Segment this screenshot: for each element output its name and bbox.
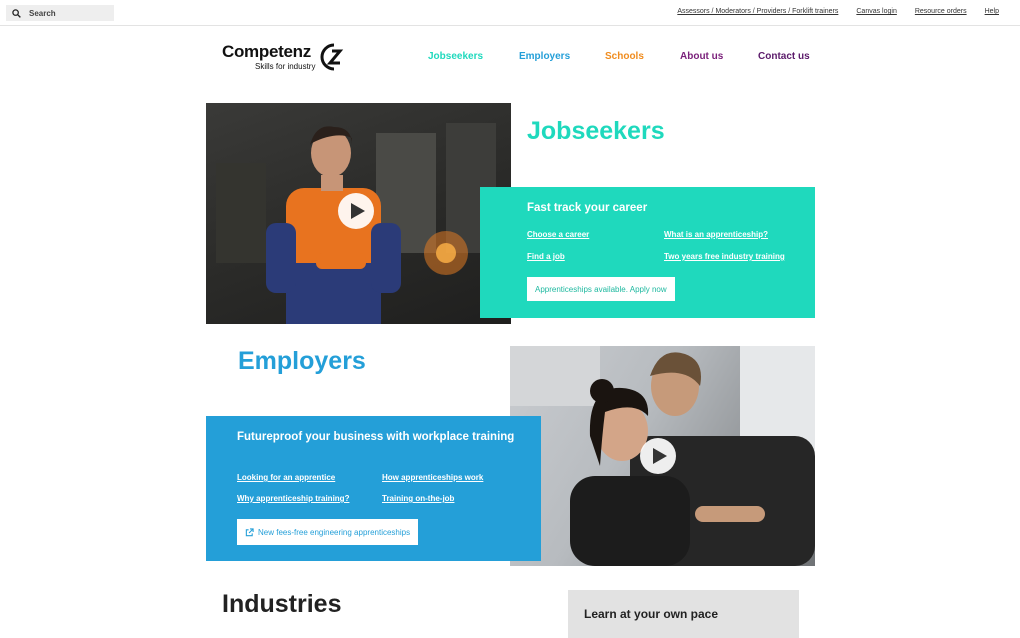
search-icon — [12, 8, 21, 18]
fees-free-engineering-button[interactable]: New fees-free engineering apprenticeship… — [237, 519, 419, 545]
link-how-apprenticeships-work[interactable]: How apprenticeships work — [382, 473, 483, 482]
logo-wordmark: Competenz — [222, 42, 311, 61]
jobseekers-title: Jobseekers — [527, 117, 665, 145]
logo-tagline: Skills for industry — [255, 62, 316, 71]
learn-card-title: Learn at your own pace — [584, 607, 719, 621]
link-help[interactable]: Help — [985, 8, 999, 15]
play-button[interactable] — [338, 193, 374, 229]
search-placeholder: Search — [29, 8, 56, 18]
link-assessors[interactable]: Assessors / Moderators / Providers / For… — [677, 8, 838, 15]
link-looking-for-an-apprentice[interactable]: Looking for an apprentice — [237, 473, 335, 482]
utility-bar: Search Assessors / Moderators / Provider… — [0, 0, 1020, 26]
logo-mark-icon — [320, 43, 344, 71]
fees-free-engineering-label: New fees-free engineering apprenticeship… — [258, 527, 411, 537]
link-find-a-job[interactable]: Find a job — [527, 252, 565, 261]
jobseekers-panel: Fast track your career Choose a career W… — [480, 187, 815, 318]
link-what-is-an-apprenticeship[interactable]: What is an apprenticeship? — [664, 230, 768, 239]
play-icon — [350, 203, 365, 219]
apply-now-button[interactable]: Apprenticeships available. Apply now — [527, 277, 675, 301]
jobseekers-video-thumbnail[interactable] — [206, 103, 511, 324]
apply-now-label: Apprenticeships available. Apply now — [535, 284, 667, 294]
link-two-years-free-training[interactable]: Two years free industry training — [664, 252, 785, 261]
employers-video-thumbnail[interactable] — [510, 346, 815, 566]
industries-title: Industries — [222, 590, 342, 618]
nav-schools[interactable]: Schools — [605, 51, 644, 62]
external-link-icon — [245, 527, 254, 536]
employers-title: Employers — [238, 347, 366, 375]
link-training-on-the-job[interactable]: Training on-the-job — [382, 494, 454, 503]
link-choose-a-career[interactable]: Choose a career — [527, 230, 589, 239]
nav-about-us[interactable]: About us — [680, 51, 723, 62]
search-input[interactable]: Search — [6, 5, 114, 21]
jobseekers-panel-heading: Fast track your career — [527, 202, 648, 214]
nav-employers[interactable]: Employers — [519, 51, 570, 62]
utility-links: Assessors / Moderators / Providers / For… — [677, 8, 999, 15]
link-resource-orders[interactable]: Resource orders — [915, 8, 967, 15]
employers-panel: Futureproof your business with workplace… — [206, 416, 541, 561]
play-icon — [652, 448, 667, 464]
employers-panel-heading: Futureproof your business with workplace… — [237, 431, 515, 443]
site-logo[interactable]: Competenz Skills for industry — [222, 42, 352, 74]
learn-at-your-own-pace-card[interactable]: Learn at your own pace — [568, 590, 799, 638]
nav-jobseekers[interactable]: Jobseekers — [428, 51, 483, 62]
link-canvas-login[interactable]: Canvas login — [856, 8, 896, 15]
play-button[interactable] — [640, 438, 676, 474]
nav-contact-us[interactable]: Contact us — [758, 51, 810, 62]
link-why-apprenticeship-training[interactable]: Why apprenticeship training? — [237, 494, 349, 503]
